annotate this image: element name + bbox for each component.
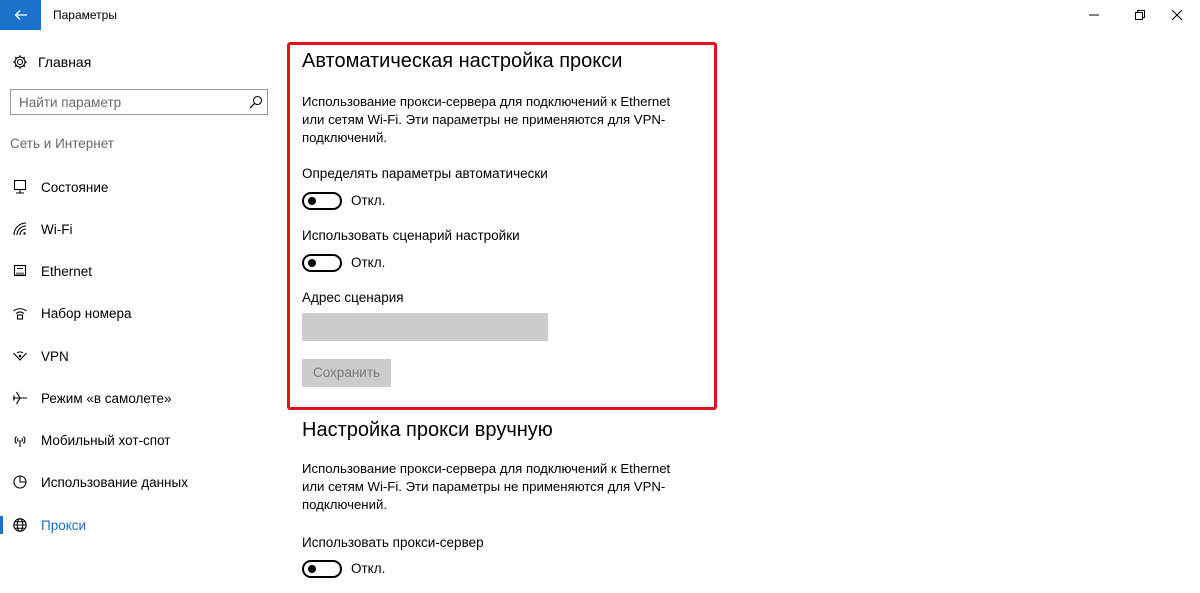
minimize-icon: [1089, 14, 1099, 16]
sidebar-item-dialup[interactable]: Набор номера: [0, 296, 270, 330]
detect-settings-label: Определять параметры автоматически: [302, 166, 548, 181]
sidebar-item-airplane[interactable]: Режим «в самолете»: [0, 381, 270, 415]
gear-icon: [13, 55, 27, 69]
description-line: подключений.: [302, 497, 387, 512]
vpn-icon: [12, 348, 28, 364]
status-icon: [12, 179, 28, 195]
sidebar-item-label: Мобильный хот-спот: [41, 432, 171, 448]
sidebar-item-label: Ethernet: [41, 263, 93, 279]
sidebar-item-label: Использование данных: [41, 474, 188, 490]
window-title: Параметры: [53, 8, 117, 22]
description-line: или сетям Wi-Fi. Эти параметры не примен…: [302, 479, 666, 494]
use-proxy-toggle[interactable]: [302, 560, 342, 578]
auto-proxy-description: Использование прокси-сервера для подключ…: [302, 93, 692, 147]
close-button[interactable]: [1154, 0, 1200, 30]
sidebar-item-ethernet[interactable]: Ethernet: [0, 254, 270, 288]
search-icon[interactable]: [249, 95, 263, 109]
sidebar-item-label: VPN: [41, 348, 69, 364]
sidebar-item-vpn[interactable]: VPN: [0, 339, 270, 373]
detect-settings-toggle[interactable]: [302, 192, 342, 210]
setup-script-toggle[interactable]: [302, 254, 342, 272]
sidebar-item-label: Набор номера: [41, 305, 132, 321]
manual-proxy-description: Использование прокси-сервера для подключ…: [302, 460, 692, 514]
sidebar-item-label: Прокси: [41, 517, 87, 533]
ethernet-icon: [12, 263, 28, 279]
nav-home-label: Главная: [38, 54, 92, 70]
toggle-knob: [308, 259, 316, 267]
toggle-knob: [308, 197, 316, 205]
airplane-icon: [12, 390, 28, 406]
sidebar-item-status[interactable]: Состояние: [0, 170, 270, 204]
sidebar-item-label: Режим «в самолете»: [41, 390, 172, 406]
data-usage-icon: [12, 474, 28, 490]
active-indicator: [0, 516, 3, 534]
wifi-icon: [12, 221, 28, 237]
sidebar-item-data-usage[interactable]: Использование данных: [0, 465, 270, 499]
sidebar-item-proxy[interactable]: Прокси: [0, 508, 270, 542]
save-button[interactable]: Сохранить: [302, 359, 391, 387]
dialup-icon: [12, 305, 28, 321]
use-proxy-state: Откл.: [351, 561, 386, 576]
auto-proxy-heading: Автоматическая настройка прокси: [302, 50, 623, 72]
restore-icon: [1135, 10, 1145, 20]
globe-icon: [12, 517, 28, 533]
toggle-knob: [308, 565, 316, 573]
manual-proxy-heading: Настройка прокси вручную: [302, 419, 553, 441]
description-line: подключений.: [302, 130, 387, 145]
title-bar: Параметры: [0, 0, 1200, 30]
script-address-label: Адрес сценария: [302, 290, 404, 305]
back-button[interactable]: [0, 0, 41, 30]
sidebar-item-wifi[interactable]: Wi-Fi: [0, 212, 270, 246]
sidebar-item-label: Wi-Fi: [41, 221, 73, 237]
description-line: Использование прокси-сервера для подключ…: [302, 461, 671, 476]
script-address-input[interactable]: [302, 313, 548, 341]
description-line: Использование прокси-сервера для подключ…: [302, 94, 671, 109]
description-line: или сетям Wi-Fi. Эти параметры не примен…: [302, 112, 666, 127]
use-proxy-label: Использовать прокси-сервер: [302, 535, 484, 550]
search-box[interactable]: [10, 89, 268, 115]
hotspot-icon: [12, 432, 28, 448]
section-title: Сеть и Интернет: [10, 136, 114, 151]
nav-home[interactable]: Главная: [12, 51, 91, 73]
close-icon: [1172, 10, 1182, 20]
sidebar-item-hotspot[interactable]: Мобильный хот-спот: [0, 423, 270, 457]
detect-settings-state: Откл.: [351, 193, 386, 208]
minimize-button[interactable]: [1071, 0, 1117, 30]
sidebar-item-label: Состояние: [41, 179, 109, 195]
back-arrow-icon: [14, 10, 27, 20]
setup-script-label: Использовать сценарий настройки: [302, 228, 520, 243]
search-input[interactable]: [19, 93, 239, 111]
setup-script-state: Откл.: [351, 255, 386, 270]
